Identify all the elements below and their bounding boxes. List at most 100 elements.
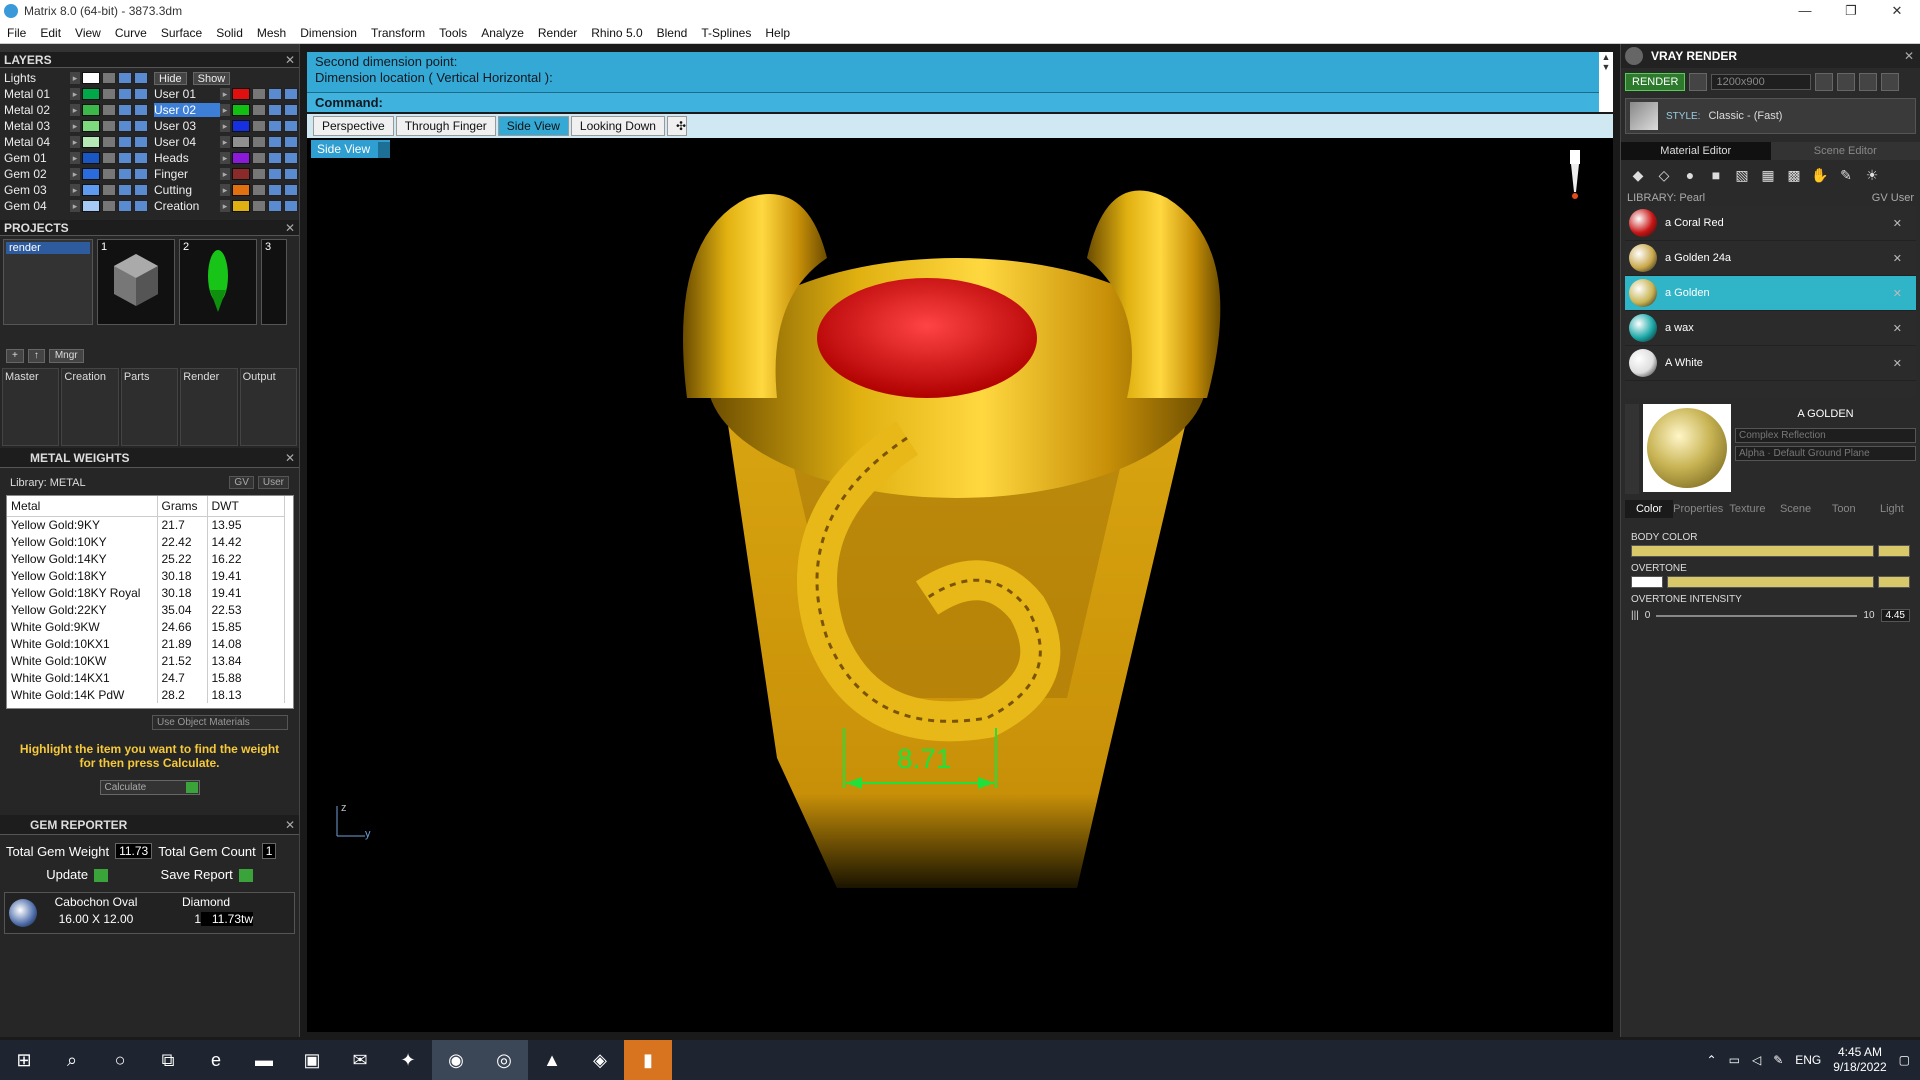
material-item[interactable]: a Coral Red ✕ <box>1625 206 1916 241</box>
project-thumb-2[interactable]: 2 <box>179 239 257 325</box>
expand-arrow-icon[interactable]: ▸ <box>70 152 80 164</box>
notifications-icon[interactable]: ▢ <box>1899 1053 1910 1067</box>
table-row[interactable]: Yellow Gold:10KY 22.42 14.42 <box>7 533 285 550</box>
print-icon[interactable] <box>134 136 148 148</box>
gem-icon[interactable]: ◇ <box>1655 166 1673 184</box>
lock-icon[interactable] <box>252 120 266 132</box>
layer-row[interactable]: User 01 ▸ <box>150 86 300 102</box>
expand-arrow-icon[interactable]: ▸ <box>220 120 230 132</box>
visibility-icon[interactable] <box>118 104 132 116</box>
layer-row[interactable]: Metal 02 ▸ <box>0 102 150 118</box>
layer-row[interactable]: User 03 ▸ <box>150 118 300 134</box>
table-row[interactable]: White Gold:10KX1 21.89 14.08 <box>7 635 285 652</box>
remove-material-icon[interactable]: ✕ <box>1893 287 1902 300</box>
file-explorer-icon[interactable]: ▬ <box>240 1040 288 1080</box>
overtone-slider[interactable] <box>1667 576 1874 588</box>
style-select[interactable]: STYLE: Classic - (Fast) <box>1625 98 1916 134</box>
visibility-icon[interactable] <box>268 120 282 132</box>
visibility-icon[interactable] <box>118 184 132 196</box>
close-button[interactable]: ✕ <box>1874 0 1920 22</box>
layer-color-swatch[interactable] <box>232 120 250 132</box>
task-view-icon[interactable]: ⧉ <box>144 1040 192 1080</box>
material-item[interactable]: a wax ✕ <box>1625 311 1916 346</box>
category-parts[interactable]: Parts <box>120 368 179 446</box>
hatch-icon[interactable]: ▧ <box>1733 166 1751 184</box>
grid-icon[interactable] <box>1837 73 1856 91</box>
update-button[interactable]: Update <box>46 867 109 883</box>
camera-icon[interactable] <box>1689 73 1708 91</box>
layer-row[interactable]: User 04 ▸ <box>150 134 300 150</box>
menu-dimension[interactable]: Dimension <box>293 26 364 40</box>
bulb-icon[interactable]: ☀ <box>1863 166 1881 184</box>
lock-icon[interactable] <box>252 88 266 100</box>
remove-material-icon[interactable]: ✕ <box>1893 252 1902 265</box>
window-icon[interactable] <box>1881 73 1900 91</box>
menu-analyze[interactable]: Analyze <box>474 26 531 40</box>
layer-color-swatch[interactable] <box>232 136 250 148</box>
mail-icon[interactable]: ✉ <box>336 1040 384 1080</box>
print-icon[interactable] <box>134 104 148 116</box>
menu-surface[interactable]: Surface <box>154 26 209 40</box>
col-metal[interactable]: Metal <box>7 496 158 517</box>
tab-scene-editor[interactable]: Scene Editor <box>1770 142 1920 160</box>
layer-row[interactable]: Finger ▸ <box>150 166 300 182</box>
project-thumb-3[interactable]: 3 <box>261 239 287 325</box>
visibility-icon[interactable] <box>268 168 282 180</box>
body-color-swatch[interactable] <box>1878 545 1910 557</box>
layer-name[interactable]: User 03 <box>154 119 220 133</box>
chrome-icon[interactable]: ◉ <box>432 1040 480 1080</box>
layer-row[interactable]: Lights ▸ <box>0 70 150 86</box>
layer-name[interactable]: Metal 01 <box>4 87 70 101</box>
expand-arrow-icon[interactable]: ▸ <box>70 104 80 116</box>
layer-color-swatch[interactable] <box>232 152 250 164</box>
visibility-icon[interactable] <box>268 152 282 164</box>
lock-icon[interactable] <box>252 168 266 180</box>
photos-icon[interactable]: ▲ <box>528 1040 576 1080</box>
print-icon[interactable] <box>134 168 148 180</box>
category-creation[interactable]: Creation <box>61 368 119 446</box>
visibility-icon[interactable] <box>268 104 282 116</box>
layers-close-icon[interactable]: ✕ <box>285 52 295 68</box>
col-dwt[interactable]: DWT <box>207 496 285 517</box>
manager-button[interactable]: Mngr <box>48 349 84 363</box>
expand-arrow-icon[interactable]: ▸ <box>220 200 230 212</box>
rhino-icon[interactable]: ◈ <box>576 1040 624 1080</box>
visibility-icon[interactable] <box>118 72 132 84</box>
layer-row[interactable]: Metal 03 ▸ <box>0 118 150 134</box>
layer-row[interactable]: Gem 02 ▸ <box>0 166 150 182</box>
material-item[interactable]: a Golden 24a ✕ <box>1625 241 1916 276</box>
lock-icon[interactable] <box>102 152 116 164</box>
tab-perspective[interactable]: Perspective <box>313 116 394 136</box>
print-icon[interactable] <box>134 200 148 212</box>
layer-row[interactable]: Gem 03 ▸ <box>0 182 150 198</box>
visibility-icon[interactable] <box>118 152 132 164</box>
lock-icon[interactable] <box>252 136 266 148</box>
flame-icon[interactable]: ◆ <box>1629 166 1647 184</box>
rewind-icon[interactable] <box>1815 73 1834 91</box>
overtone-white-swatch[interactable] <box>1631 576 1663 588</box>
layer-color-swatch[interactable] <box>82 136 100 148</box>
projects-close-icon[interactable]: ✕ <box>285 220 295 236</box>
pen-icon[interactable]: ✎ <box>1773 1053 1783 1067</box>
lock-icon[interactable] <box>102 200 116 212</box>
lock-icon[interactable] <box>102 136 116 148</box>
print-icon[interactable] <box>284 88 298 100</box>
add-view-tab-icon[interactable]: ✣ <box>666 116 687 136</box>
menu-curve[interactable]: Curve <box>108 26 154 40</box>
print-icon[interactable] <box>134 72 148 84</box>
expand-arrow-icon[interactable]: ▸ <box>220 104 230 116</box>
add-project-button[interactable]: + <box>6 349 24 363</box>
remove-material-icon[interactable]: ✕ <box>1893 217 1902 230</box>
visibility-icon[interactable] <box>118 168 132 180</box>
project-list[interactable]: render <box>3 239 93 325</box>
visibility-icon[interactable] <box>118 136 132 148</box>
material-item[interactable]: A White ✕ <box>1625 346 1916 381</box>
gem-reporter-close-icon[interactable]: ✕ <box>285 815 295 835</box>
hide-button[interactable]: Hide <box>154 71 187 85</box>
table-row[interactable]: White Gold:14KX1 24.7 15.88 <box>7 669 285 686</box>
layer-name[interactable]: Finger <box>154 167 220 181</box>
tab-light[interactable]: Light <box>1868 500 1916 518</box>
save-report-button[interactable]: Save Report <box>161 867 253 883</box>
restore-button[interactable]: ❐ <box>1828 0 1874 22</box>
print-icon[interactable] <box>134 184 148 196</box>
